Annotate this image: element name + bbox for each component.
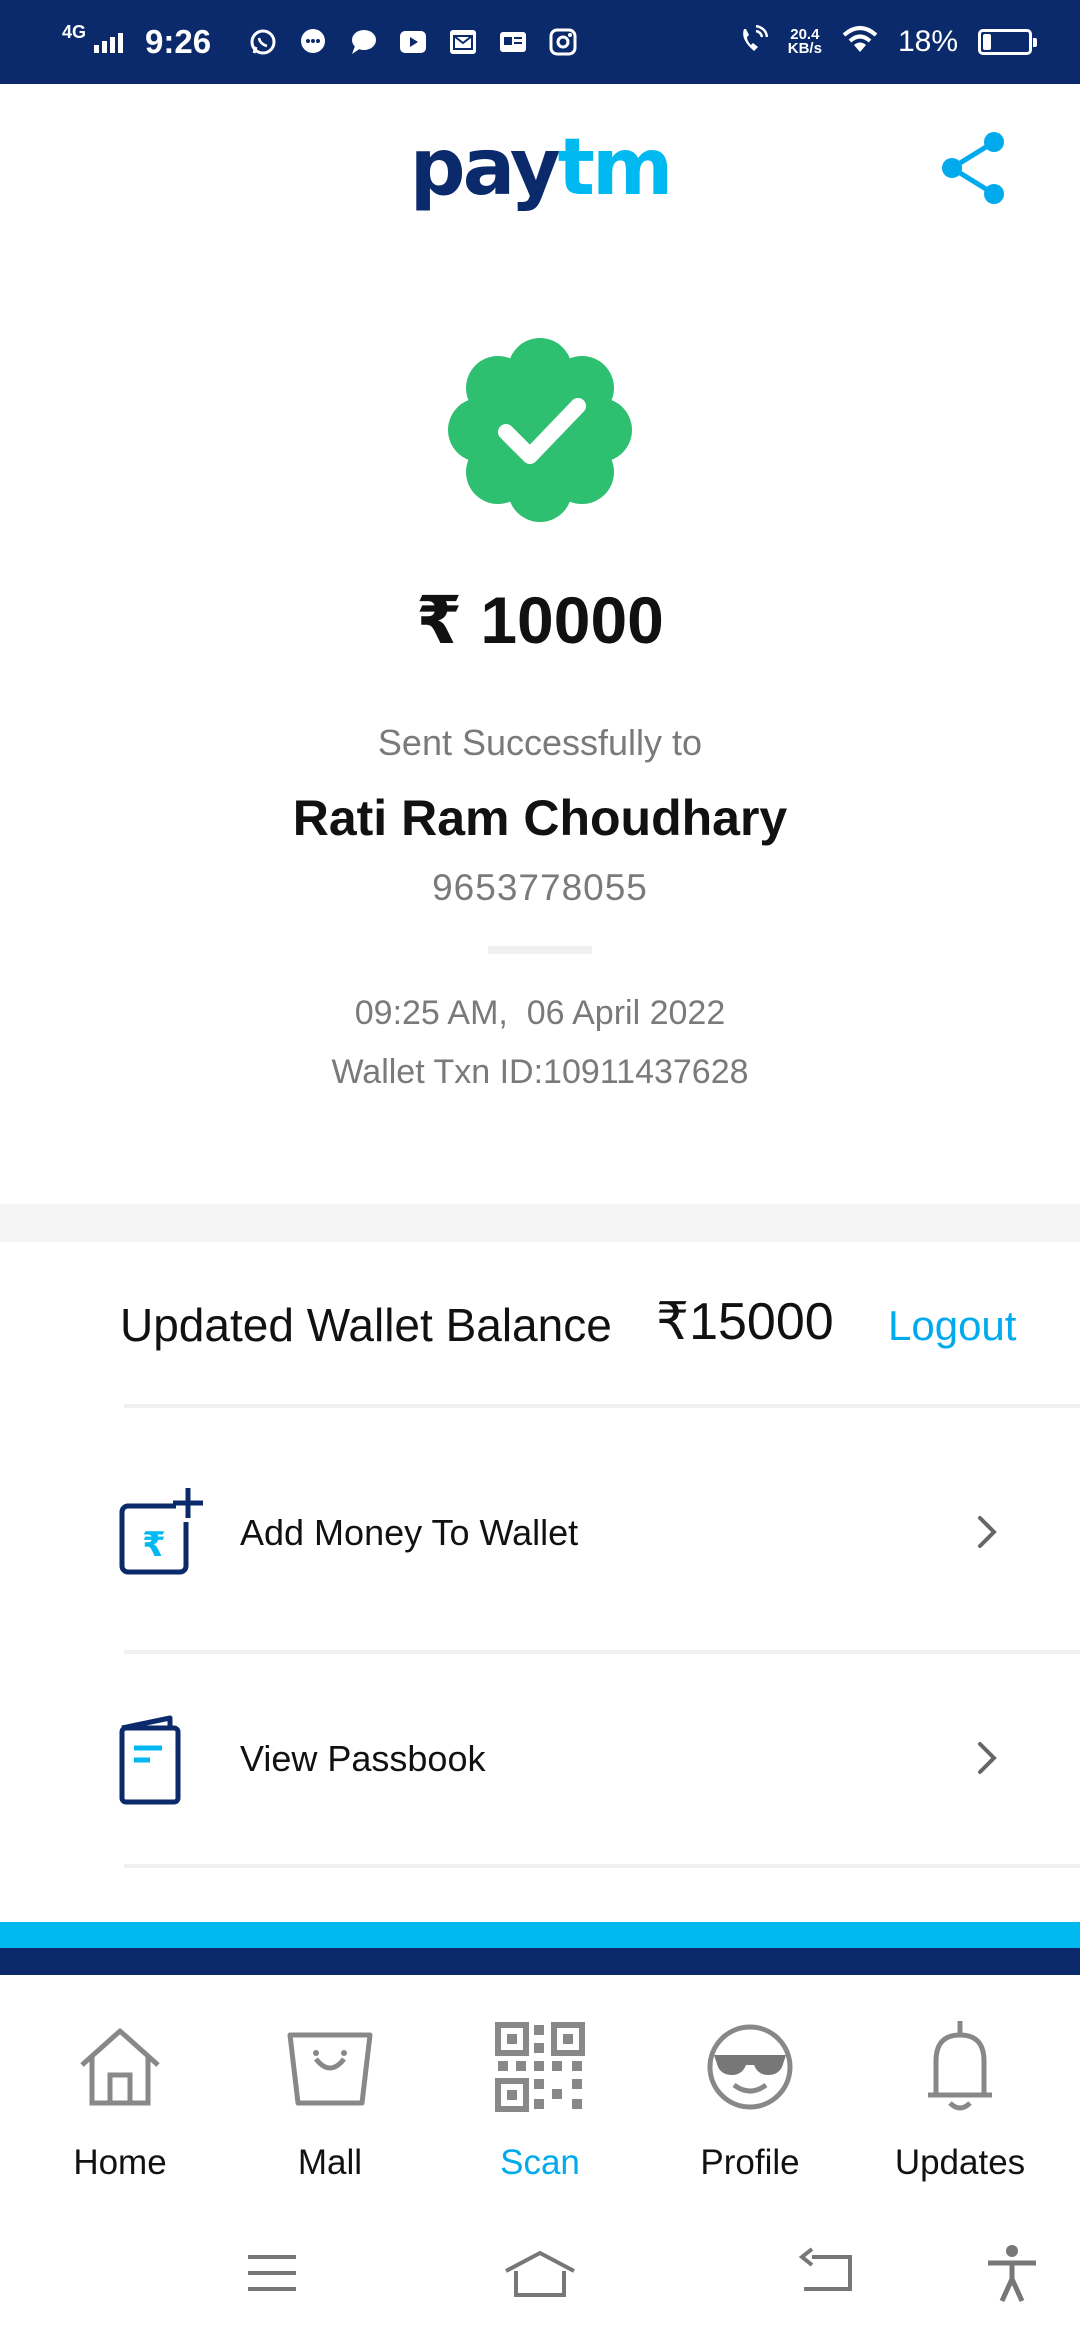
nav-home[interactable]: Home — [15, 1975, 225, 2195]
view-passbook-item[interactable]: View Passbook — [0, 1654, 1080, 1880]
nav-mall-label: Mall — [297, 2143, 363, 2182]
whatsapp-icon — [249, 28, 277, 56]
passbook-icon — [116, 1712, 212, 1808]
wifi-calling-icon — [738, 24, 769, 60]
menu-icon[interactable] — [242, 2243, 302, 2303]
network-speed: 20.4 KB/s — [787, 27, 822, 57]
profile-sunglasses-icon — [700, 2017, 800, 2117]
brand-stripe-light — [0, 1922, 1080, 1948]
nav-scan-label: Scan — [500, 2143, 580, 2182]
bottom-navigation: Home Mall Scan Profile Updates — [0, 1975, 1080, 2195]
nav-home-label: Home — [73, 2143, 167, 2182]
view-passbook-label: View Passbook — [240, 1738, 486, 1779]
nav-updates[interactable]: Updates — [855, 1975, 1065, 2195]
instagram-icon — [549, 28, 577, 56]
recipient-phone: 9653778055 — [432, 867, 648, 908]
status-bar: 4G 9:26 20.4 KB/s 18% — [0, 0, 1080, 84]
payment-receipt: ₹ 10000 Sent Successfully to Rati Ram Ch… — [0, 252, 1080, 1204]
home-icon — [70, 2017, 170, 2117]
mail-icon — [449, 28, 477, 56]
nav-profile-label: Profile — [700, 2143, 800, 2182]
back-icon[interactable] — [796, 2243, 856, 2303]
logo-tm: tm — [557, 123, 674, 213]
nav-scan[interactable]: Scan — [435, 1975, 645, 2195]
network-speed-unit: KB/s — [787, 40, 822, 57]
verified-check-badge-icon — [440, 330, 640, 530]
nav-updates-label: Updates — [894, 2143, 1026, 2182]
app-header: paytm — [0, 84, 1080, 252]
youtube-icon — [399, 28, 427, 56]
battery-icon — [978, 29, 1037, 55]
brand-stripe-dark — [0, 1948, 1080, 1975]
system-navigation-bar — [0, 2195, 1080, 2340]
chevron-right-icon — [972, 1738, 1002, 1778]
payment-amount: ₹ 10000 — [416, 583, 664, 657]
qr-scan-icon — [490, 2017, 590, 2117]
share-icon[interactable] — [938, 128, 1010, 208]
transaction-datetime: 09:25 AM, 06 April 2022 — [354, 994, 726, 1032]
nav-profile[interactable]: Profile — [645, 1975, 855, 2195]
add-money-to-wallet-item[interactable]: ₹ Add Money To Wallet — [0, 1408, 1080, 1634]
wallet-balance-amount: ₹15000 — [656, 1293, 834, 1351]
logout-link[interactable]: Logout — [888, 1302, 1016, 1350]
add-money-label: Add Money To Wallet — [240, 1512, 579, 1553]
wallet-balance-row: Updated Wallet Balance ₹15000 Logout — [0, 1242, 1080, 1404]
news-icon — [499, 28, 527, 56]
chevron-right-icon — [972, 1512, 1002, 1552]
wifi-icon — [842, 25, 878, 60]
divider — [124, 1864, 1080, 1868]
mall-bag-icon — [280, 2017, 380, 2117]
sent-status-label: Sent Successfully to — [377, 722, 703, 763]
battery-percent: 18% — [897, 25, 958, 58]
section-separator — [0, 1204, 1080, 1242]
divider — [488, 946, 592, 954]
paytm-logo: paytm — [410, 129, 673, 207]
recipient-name: Rati Ram Choudhary — [292, 790, 788, 846]
chat-icon — [349, 28, 377, 56]
bell-icon — [910, 2017, 1010, 2117]
network-type: 4G — [62, 21, 87, 42]
system-home-icon[interactable] — [500, 2243, 580, 2303]
status-time: 9:26 — [145, 23, 212, 60]
logo-pay: pay — [409, 123, 561, 213]
svg-text:₹: ₹ — [142, 1525, 166, 1565]
add-money-wallet-icon: ₹ — [116, 1484, 212, 1580]
transaction-id: Wallet Txn ID:10911437628 — [331, 1053, 749, 1091]
nav-mall[interactable]: Mall — [225, 1975, 435, 2195]
message-icon — [299, 28, 327, 56]
accessibility-icon[interactable] — [982, 2243, 1042, 2303]
wallet-balance-label: Updated Wallet Balance — [120, 1299, 612, 1351]
signal-icon — [94, 31, 124, 53]
